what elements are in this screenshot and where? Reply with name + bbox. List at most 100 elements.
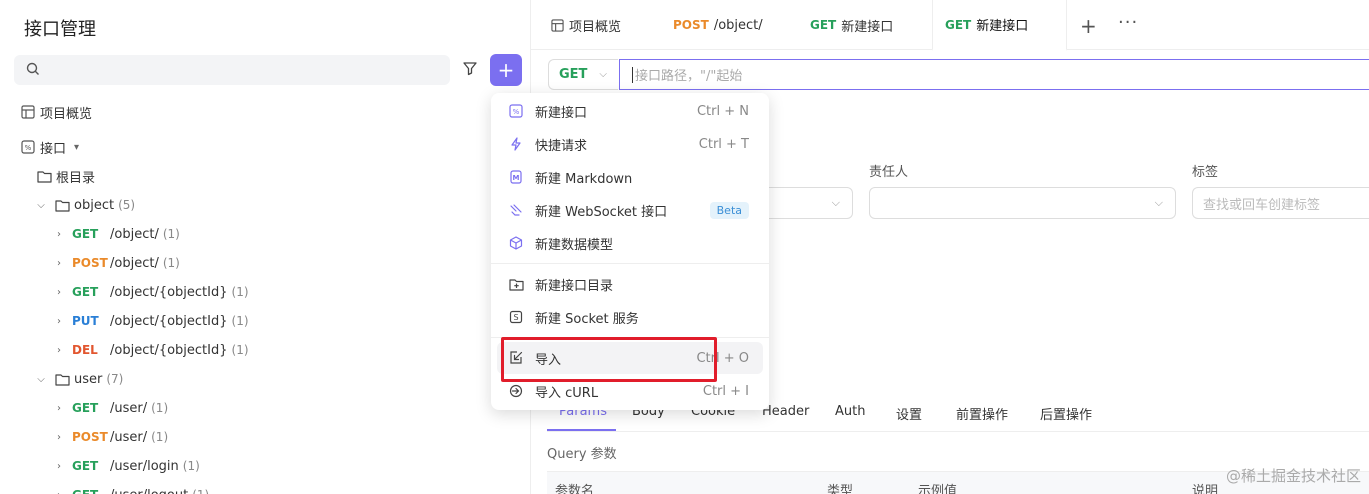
method-value: GET [559, 67, 588, 82]
tab-get-new-api[interactable]: GET 新建接口 [792, 0, 932, 50]
tab-settings[interactable]: 设置 [896, 404, 922, 423]
status-select[interactable]: ⌵ [760, 187, 853, 219]
item-count: (5) [118, 198, 136, 212]
api-item[interactable]: › POST/object/(1) [52, 251, 180, 275]
menu-item-new-folder[interactable]: 新建接口目录 [497, 268, 763, 300]
filter-button[interactable] [456, 55, 484, 85]
api-item[interactable]: › GET/user/login (1) [52, 454, 200, 478]
websocket-icon [507, 201, 525, 219]
chevron-right-icon[interactable]: › [52, 403, 66, 414]
menu-item-new-websocket[interactable]: 新建 WebSocket 接口 Beta [497, 194, 763, 226]
item-count: (1) [231, 285, 249, 299]
chevron-right-icon[interactable]: › [52, 287, 66, 298]
chevron-right-icon[interactable]: › [52, 461, 66, 472]
folder-icon [54, 371, 70, 387]
item-count: (1) [182, 459, 200, 473]
menu-item-quick-request[interactable]: 快捷请求 Ctrl + T [497, 128, 763, 160]
more-icon[interactable]: ··· [1118, 12, 1138, 33]
add-button[interactable]: + [490, 54, 522, 86]
method-badge: GET [810, 18, 837, 32]
api-path: /object/{objectId} [110, 342, 228, 358]
menu-item-new-markdown[interactable]: M 新建 Markdown [497, 161, 763, 193]
tab-post-actions[interactable]: 后置操作 [1040, 404, 1092, 423]
item-count: (1) [151, 430, 169, 444]
menu-item-new-socket[interactable]: S 新建 Socket 服务 [497, 301, 763, 333]
menu-item-label: 新建 Markdown [535, 171, 633, 187]
method-badge: POST [72, 256, 108, 270]
menu-item-label: 导入 cURL [535, 385, 599, 401]
folder-item-object[interactable]: ⌵ object (5) [34, 193, 135, 217]
tab-pre-actions[interactable]: 前置操作 [956, 404, 1008, 423]
tab-label: 项目概览 [569, 19, 622, 35]
chevron-down-icon[interactable]: ⌵ [34, 200, 48, 211]
tab-post-object[interactable]: POST /object/ [655, 0, 795, 50]
api-item[interactable]: › GET/object/{objectId} (1) [52, 280, 249, 304]
svg-text:S: S [513, 313, 518, 322]
url-input[interactable]: 接口路径，"/"起始 [619, 59, 1369, 90]
method-badge: PUT [72, 314, 99, 328]
sidebar-item-label: 接口 [40, 141, 67, 157]
item-count: (1) [231, 314, 249, 328]
method-badge: GET [945, 17, 972, 32]
chevron-right-icon[interactable]: › [52, 258, 66, 269]
method-badge: GET [72, 401, 99, 415]
tab-overview[interactable]: 项目概览 [533, 0, 663, 50]
layout-icon [551, 18, 564, 32]
api-path: /object/ [110, 226, 159, 242]
chevron-down-icon[interactable]: ⌵ [34, 374, 48, 385]
menu-item-label: 新建数据模型 [535, 237, 614, 253]
sidebar-item-root[interactable]: 根目录 [36, 164, 95, 188]
menu-item-label: 新建 Socket 服务 [535, 311, 639, 327]
owner-select[interactable]: ⌵ [869, 187, 1176, 219]
tab-label: /object/ [713, 17, 763, 33]
folder-label: user [74, 371, 103, 387]
sidebar-item-api[interactable]: % 接口 ▾ [20, 135, 79, 159]
tab-auth[interactable]: Auth [835, 404, 865, 419]
api-item[interactable]: › POST/user/(1) [52, 425, 168, 449]
method-badge: GET [72, 285, 99, 299]
caret-down-icon[interactable]: ▾ [74, 142, 79, 153]
tab-get-new-api-active[interactable]: GET 新建接口 [932, 0, 1067, 51]
column-header: 参数名 [555, 484, 595, 494]
method-badge: GET [72, 227, 99, 241]
menu-item-label: 新建接口目录 [535, 278, 614, 294]
api-item[interactable]: › PUT/object/{objectId} (1) [52, 309, 249, 333]
markdown-icon: M [507, 168, 525, 186]
api-item[interactable]: › GET/user/(1) [52, 396, 168, 420]
chevron-right-icon[interactable]: › [52, 345, 66, 356]
chevron-right-icon[interactable]: › [52, 432, 66, 443]
chevron-right-icon[interactable]: › [52, 229, 66, 240]
api-item[interactable]: › GET/object/(1) [52, 222, 180, 246]
method-badge: DEL [72, 343, 98, 357]
column-header: 类型 [827, 484, 854, 494]
item-count: (7) [106, 372, 124, 386]
add-tab-button[interactable]: + [1080, 14, 1097, 38]
shortcut-hint: Ctrl + I [702, 383, 749, 399]
tab-header[interactable]: Header [762, 404, 809, 419]
cube-icon [507, 234, 525, 252]
sidebar-item-label: 根目录 [56, 170, 96, 186]
url-placeholder: 接口路径，"/"起始 [635, 69, 743, 84]
tags-input[interactable]: 查找或回车创建标签 [1192, 187, 1369, 219]
menu-item-new-api[interactable]: % 新建接口 Ctrl + N [497, 95, 763, 127]
svg-text:%: % [25, 144, 32, 152]
menu-item-label: 新建接口 [535, 105, 588, 121]
chevron-right-icon[interactable]: › [52, 490, 66, 494]
page-title: 接口管理 [24, 19, 96, 40]
sidebar-item-overview[interactable]: 项目概览 [20, 100, 92, 124]
menu-item-new-data-model[interactable]: 新建数据模型 [497, 227, 763, 259]
api-item[interactable]: › GET/user/logout (1) [52, 483, 209, 494]
tab-label: 新建接口 [976, 19, 1029, 34]
api-icon: % [20, 139, 36, 155]
method-select[interactable]: GET ⌵ [548, 59, 618, 90]
folder-item-user[interactable]: ⌵ user (7) [34, 367, 123, 391]
import-highlight-annotation [501, 337, 717, 382]
chevron-right-icon[interactable]: › [52, 316, 66, 327]
folder-icon [54, 197, 70, 213]
search-input[interactable] [14, 55, 450, 85]
lightning-icon [507, 135, 525, 153]
login-icon [507, 382, 525, 400]
folder-icon [36, 168, 52, 184]
tags-placeholder: 查找或回车创建标签 [1203, 197, 1321, 213]
api-item[interactable]: › DEL/object/{objectId} (1) [52, 338, 249, 362]
